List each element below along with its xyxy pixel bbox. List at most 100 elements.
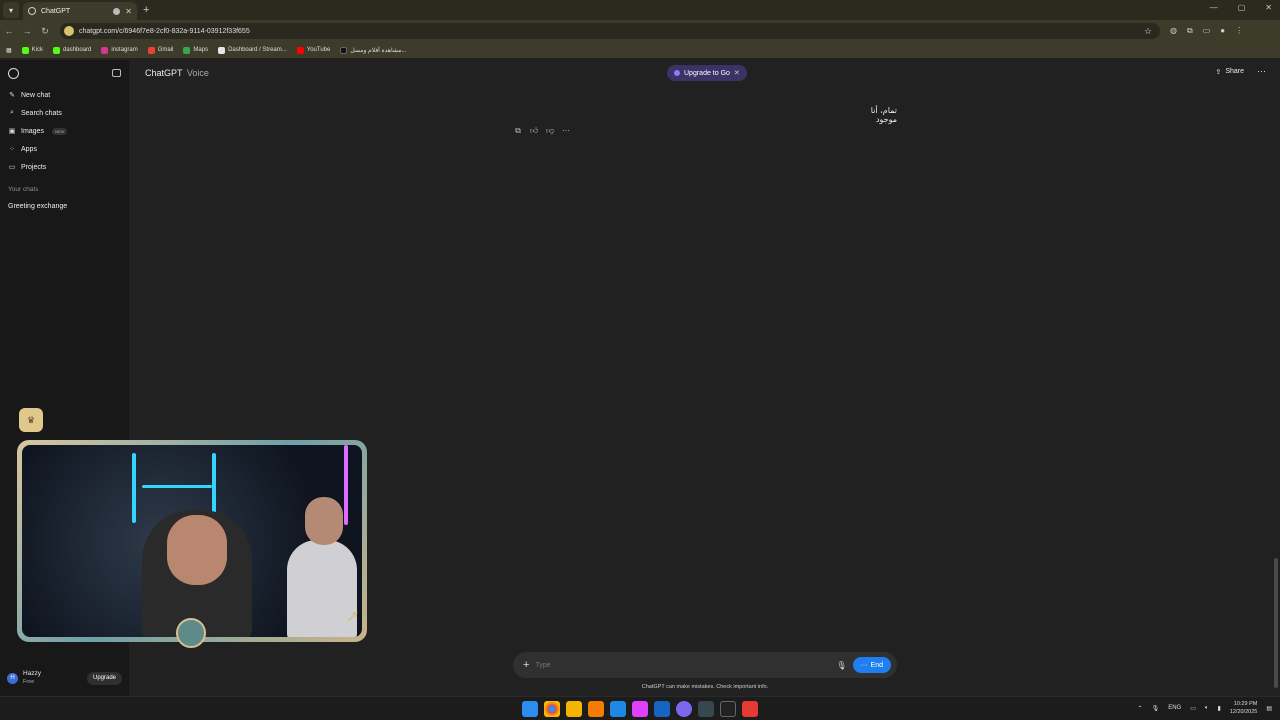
sidebar-item-projects[interactable]: ▭ Projects — [0, 158, 129, 176]
dashboard-icon — [218, 46, 226, 54]
clock-date: 12/20/2025 — [1229, 709, 1258, 715]
app-icon[interactable] — [610, 701, 626, 717]
chrome-icon[interactable] — [544, 701, 560, 717]
share-button[interactable]: ⇪ Share — [1215, 68, 1244, 76]
windows-start-icon[interactable] — [522, 701, 538, 717]
back-icon[interactable]: ← — [0, 26, 18, 36]
extensions-puzzle-icon[interactable]: ⧉ — [1187, 26, 1193, 36]
share-label: Share — [1225, 68, 1244, 75]
model-selector[interactable]: ChatGPT Voice — [145, 68, 209, 78]
bookmark-instagram[interactable]: instagram — [101, 46, 138, 54]
battery-icon[interactable]: ▮ — [1217, 705, 1220, 712]
maps-icon — [183, 46, 191, 54]
sidebar-item-label: Search chats — [21, 109, 62, 117]
bookmark-dashboard[interactable]: dashboard — [53, 46, 91, 54]
address-bar[interactable]: chatgpt.com/c/6946f7e8-2cf0-832a-9114-03… — [60, 23, 1160, 39]
site-info-icon[interactable] — [64, 26, 74, 36]
screen: ▾ ChatGPT ✕ + — ▢ ✕ ← → ↻ chatgpt.com/c/… — [0, 0, 1280, 720]
bookmark-gmail[interactable]: Gmail — [147, 46, 173, 54]
file-explorer-icon[interactable] — [566, 701, 582, 717]
sidebar-item-search-chats[interactable]: ⌕ Search chats — [0, 104, 129, 122]
add-attachment-icon[interactable]: + — [523, 659, 529, 671]
guest-face — [305, 497, 343, 545]
message-input[interactable] — [535, 661, 831, 669]
reload-icon[interactable]: ↻ — [36, 26, 54, 37]
chevron-up-icon[interactable]: ⌃ — [1138, 705, 1143, 712]
app-icon[interactable] — [654, 701, 670, 717]
apps-icon: ⁘ — [9, 146, 15, 153]
browser-menu-icon[interactable]: ⋮ — [1235, 26, 1243, 36]
user-plan: Free — [23, 679, 35, 685]
close-tab-icon[interactable]: ✕ — [125, 7, 132, 16]
chat-history-item[interactable]: Greeting exchange — [0, 197, 129, 215]
openai-logo-icon[interactable] — [8, 67, 19, 79]
thumbs-down-icon[interactable]: 👎︎ — [545, 126, 555, 136]
webcam-video — [22, 445, 362, 637]
images-icon: ▣ — [8, 128, 16, 135]
clock[interactable]: 10:29 PM 12/20/2025 — [1230, 700, 1258, 716]
sidebar-item-apps[interactable]: ⁘ Apps — [0, 140, 129, 158]
message-actions: ⧉ 👍︎ 👎︎ ⋯ — [513, 126, 571, 136]
bookmark-movies[interactable]: مشاهدة أفلام ومسل... — [340, 46, 406, 54]
upgrade-button[interactable]: Upgrade — [86, 671, 122, 685]
url-text: chatgpt.com/c/6946f7e8-2cf0-832a-9114-03… — [79, 27, 250, 35]
minimize-icon[interactable]: — — [1210, 3, 1218, 12]
folder-icon: ▭ — [8, 164, 16, 171]
user-name: Hazzy — [23, 670, 42, 677]
system-tray: ⌃ 🎙︎ ENG ▭ 🔈︎ ▮ 10:29 PM 12/20/2025 ▤ — [1138, 700, 1272, 716]
app-icon[interactable] — [588, 701, 604, 717]
new-chat-icon: ✎ — [9, 92, 15, 99]
bookmark-star-icon[interactable]: ☆ — [1144, 26, 1152, 37]
user-profile[interactable]: H Hazzy Free Upgrade — [0, 666, 129, 690]
browser-tab-chatgpt[interactable]: ChatGPT ✕ — [23, 2, 137, 20]
thumbs-up-icon[interactable]: 👍︎ — [529, 126, 539, 136]
sidebar-item-new-chat[interactable]: ✎ New chat — [0, 86, 129, 104]
browser-tabbar: ▾ ChatGPT ✕ + — ▢ ✕ — [0, 0, 1280, 20]
microphone-icon[interactable]: 🎙︎ — [836, 661, 846, 670]
bookmark-maps[interactable]: Maps — [183, 46, 208, 54]
more-actions-icon[interactable]: ⋯ — [561, 126, 571, 136]
microphone-tray-icon[interactable]: 🎙︎ — [1152, 705, 1160, 712]
cast-icon[interactable]: ▭ — [1203, 26, 1211, 36]
copy-icon[interactable]: ⧉ — [513, 126, 523, 136]
upgrade-to-go-pill[interactable]: Upgrade to Go ✕ — [667, 65, 747, 81]
network-icon[interactable]: ▭ — [1190, 705, 1196, 712]
forward-icon[interactable]: → — [18, 26, 36, 36]
sidebar-item-label: Apps — [21, 145, 37, 153]
app-icon[interactable] — [632, 701, 648, 717]
notifications-icon[interactable]: ▤ — [1266, 705, 1272, 712]
new-tab-button[interactable]: + — [143, 4, 149, 16]
language-indicator[interactable]: ENG — [1168, 705, 1181, 711]
app-icon[interactable] — [698, 701, 714, 717]
close-icon[interactable]: ✕ — [734, 69, 740, 77]
composer: + 🎙︎ ··· End — [513, 652, 897, 678]
user-info: Hazzy Free — [23, 670, 41, 686]
kick-icon — [53, 46, 61, 54]
discord-icon[interactable] — [676, 701, 692, 717]
apps-grid-icon[interactable]: ▦ — [6, 47, 12, 54]
new-badge: NEW — [51, 127, 68, 135]
youtube-icon — [296, 46, 304, 54]
scrollbar[interactable] — [1274, 558, 1278, 688]
epic-games-icon[interactable] — [720, 701, 736, 717]
bookmark-stream-dashboard[interactable]: Dashboard / Stream... — [218, 46, 287, 54]
instagram-icon — [101, 46, 109, 54]
neon-light — [132, 453, 136, 523]
extension-icon[interactable]: ◍ — [1170, 26, 1177, 36]
sidebar-item-images[interactable]: ▣ Images NEW — [0, 122, 129, 140]
volume-icon[interactable]: 🔈︎ — [1205, 705, 1209, 712]
sidebar-item-label: Images — [21, 127, 44, 135]
app-icon[interactable] — [742, 701, 758, 717]
upgrade-pill-label: Upgrade to Go — [684, 69, 730, 77]
maximize-icon[interactable]: ▢ — [1238, 3, 1246, 12]
end-voice-button[interactable]: ··· End — [852, 657, 891, 673]
tab-search-button[interactable]: ▾ — [3, 2, 19, 18]
bookmark-youtube[interactable]: YouTube — [296, 46, 330, 54]
recording-indicator-icon — [113, 7, 121, 15]
bookmarks-bar: ▦ Kick dashboard instagram Gmail Maps Da… — [0, 42, 1280, 58]
sidebar-toggle-icon[interactable] — [112, 69, 121, 77]
bookmark-kick[interactable]: Kick — [21, 46, 43, 54]
close-window-icon[interactable]: ✕ — [1265, 3, 1272, 12]
profile-icon[interactable]: ● — [1220, 26, 1225, 36]
more-options-icon[interactable]: ⋯ — [1257, 66, 1266, 77]
